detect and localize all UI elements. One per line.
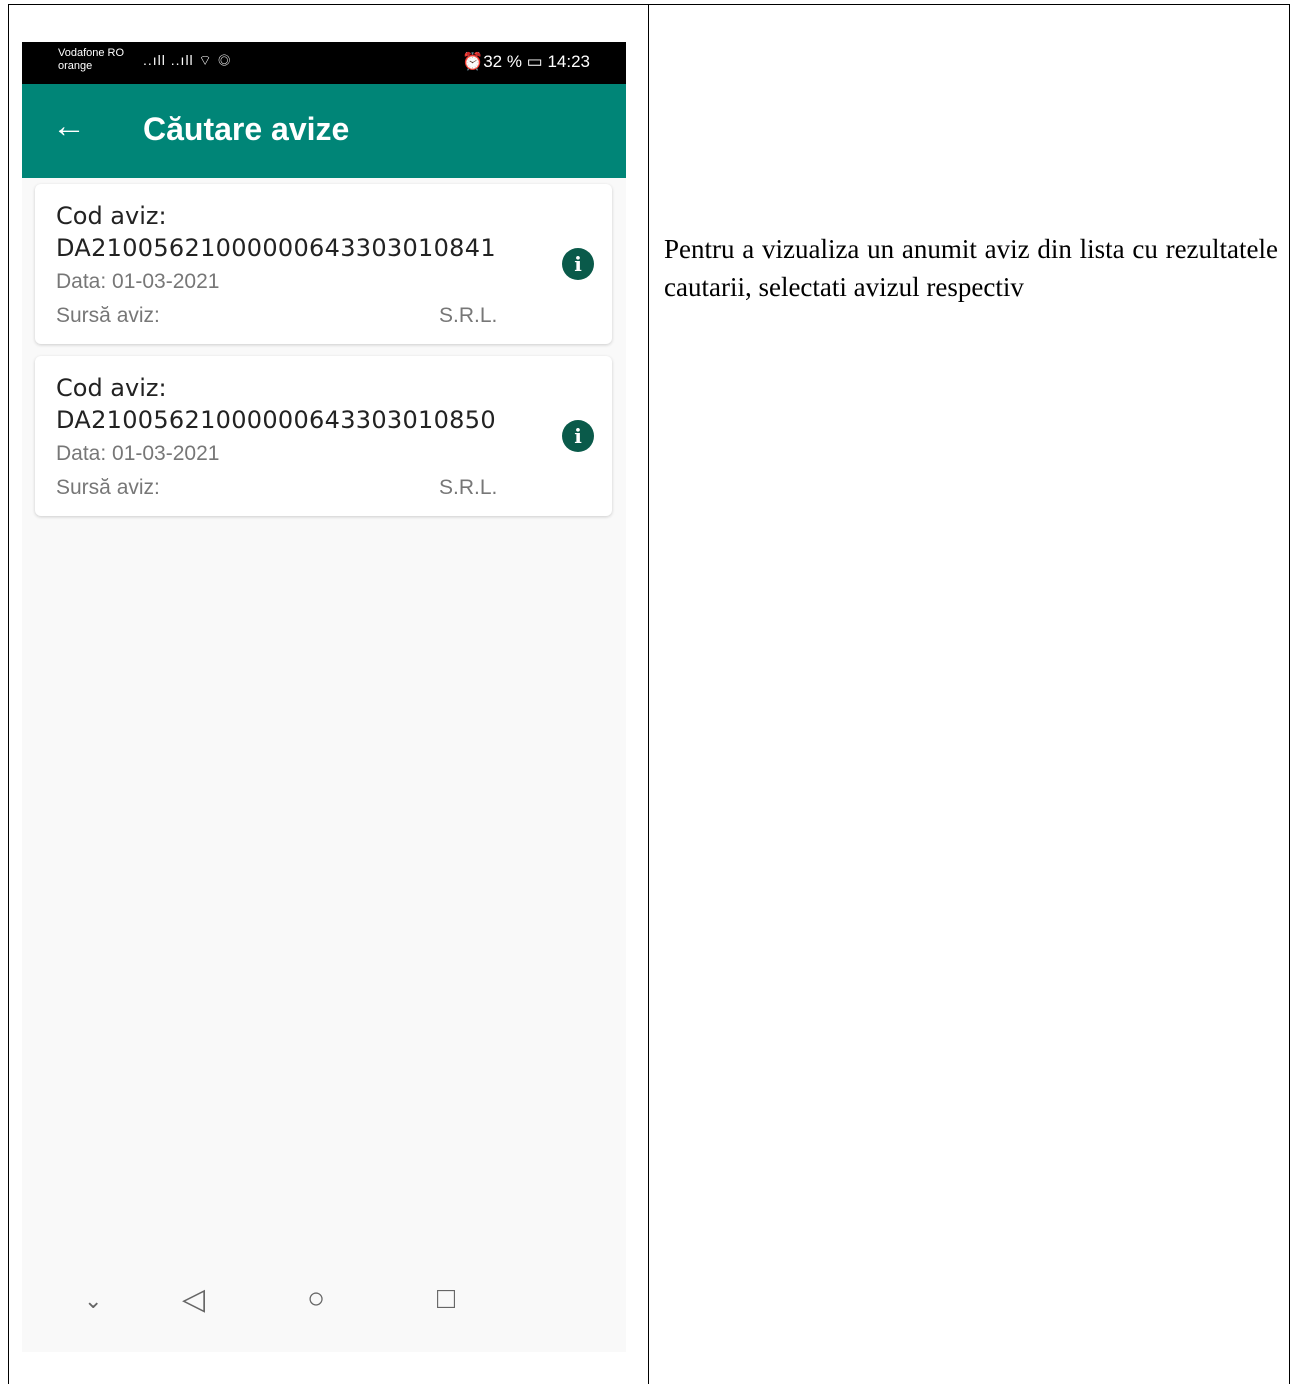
nav-back-icon[interactable]: ◁: [182, 1282, 205, 1317]
result-card[interactable]: Cod aviz: DA21005621000000643303010850 D…: [35, 356, 612, 516]
source-suffix: S.R.L.: [439, 304, 498, 327]
date-text: Data: 01-03-2021: [56, 270, 220, 293]
source-suffix: S.R.L.: [439, 476, 498, 499]
phone-screenshot: Vodafone RO orange ..ıll ..ıll ⌔ ◎ ⏰32 %…: [22, 42, 626, 1352]
info-icon[interactable]: i: [562, 420, 594, 452]
status-bar: Vodafone RO orange ..ıll ..ıll ⌔ ◎ ⏰32 %…: [22, 42, 626, 84]
result-card[interactable]: Cod aviz: DA21005621000000643303010841 D…: [35, 184, 612, 344]
carrier-secondary: orange: [58, 60, 93, 72]
cod-aviz-label: Cod aviz:: [56, 202, 167, 230]
status-right-text: ⏰32 % ▭ 14:23: [462, 52, 590, 71]
app-bar: ← Căutare avize: [22, 84, 626, 178]
back-arrow-icon[interactable]: ←: [52, 106, 86, 146]
source-label: Sursă aviz:: [56, 304, 160, 327]
cod-aviz-label: Cod aviz:: [56, 374, 167, 402]
carrier-primary: Vodafone RO: [58, 47, 125, 59]
source-label: Sursă aviz:: [56, 476, 160, 499]
system-nav-bar: ⌄ ◁ ○ □: [22, 1252, 626, 1352]
instruction-text: Pentru a vizualiza un anumit aviz din li…: [664, 234, 1278, 302]
signal-icons: ..ıll ..ıll ⌔ ◎: [143, 52, 232, 68]
table-top-border: [8, 4, 1290, 5]
nav-recent-icon[interactable]: □: [437, 1282, 455, 1316]
cod-aviz-value: DA21005621000000643303010850: [56, 406, 496, 434]
info-icon[interactable]: i: [562, 248, 594, 280]
redacted-source-name: [170, 476, 438, 498]
cod-aviz-value: DA21005621000000643303010841: [56, 234, 496, 262]
carrier-info: Vodafone RO orange: [58, 47, 124, 73]
table-column-divider: [648, 4, 649, 1384]
table-right-border: [1289, 4, 1290, 1384]
redacted-source-name: [170, 304, 438, 326]
chevron-down-icon[interactable]: ⌄: [84, 1288, 102, 1314]
page-title: Căutare avize: [143, 111, 350, 147]
date-text: Data: 01-03-2021: [56, 442, 220, 465]
nav-home-icon[interactable]: ○: [307, 1282, 325, 1316]
table-left-border: [8, 4, 9, 1384]
